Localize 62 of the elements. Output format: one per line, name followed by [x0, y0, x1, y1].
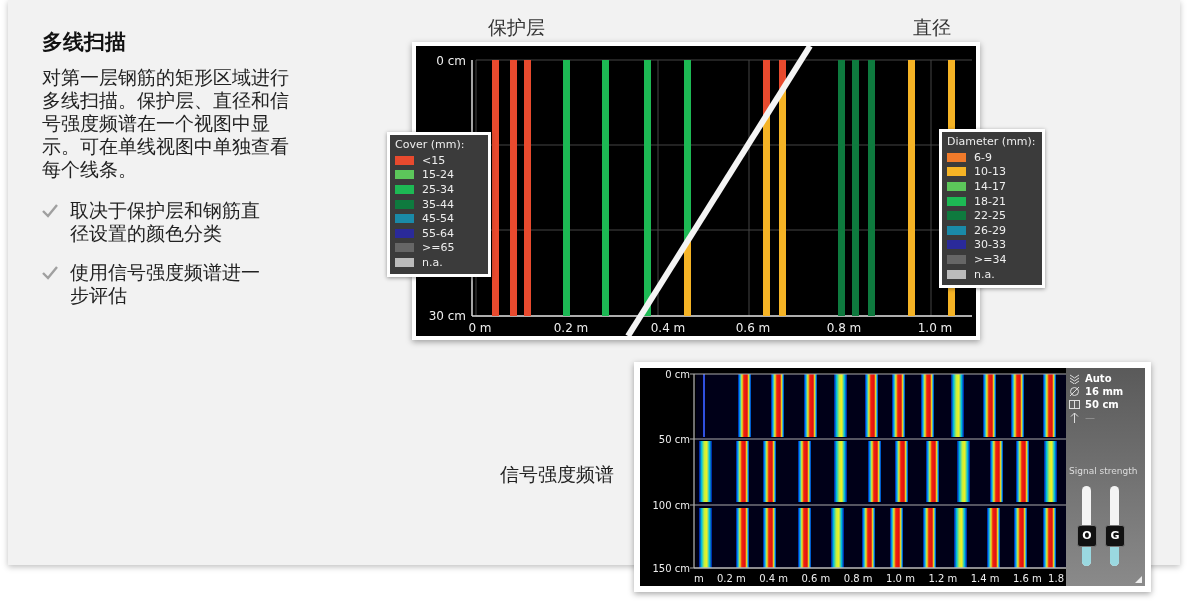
axis-label: 0.8 m	[843, 573, 873, 584]
legend-label: 15-24	[422, 168, 454, 182]
legend-label: 14-17	[974, 180, 1006, 193]
legend-label: <15	[422, 153, 446, 167]
legend-label: 22-25	[974, 209, 1006, 223]
axis-label: 0 cm	[436, 54, 466, 68]
legend-label: 35-44	[422, 197, 454, 211]
check-icon	[42, 266, 58, 280]
axis-label: 1.0 m	[917, 321, 953, 335]
legend-label: 30-33	[974, 238, 1006, 252]
legend-label: 25-34	[422, 183, 454, 196]
section-heading: 多线扫描	[42, 29, 127, 56]
signal-strength-label: Signal strength	[1069, 466, 1139, 476]
arrow-up-icon	[1069, 412, 1080, 423]
check-icon	[42, 204, 58, 218]
feature-text: 使用信号强度频谱进一步评估	[70, 261, 261, 307]
axis-label: 1.2 m	[928, 573, 958, 584]
chart-caption: 直径	[913, 15, 951, 40]
book-icon	[1069, 399, 1080, 410]
axis-label: 0.2 m	[716, 573, 746, 584]
axis-label: 30 cm	[428, 309, 466, 323]
legend-label: 26-29	[974, 223, 1006, 237]
axis-label: 0.6 m	[801, 573, 831, 584]
legend-label: 55-64	[422, 226, 454, 240]
setting-value: —	[1085, 412, 1095, 423]
legend-label: n.a.	[422, 255, 443, 269]
axis-label: 0.4 m	[759, 573, 788, 584]
axis-label: 0.6 m	[735, 321, 771, 335]
description-text: 对第一层钢筋的矩形区域进行多线扫描。保护层、直径和信号强度频谱在一个视图中显示。可在单线视图中单独查看每个线条。	[42, 66, 290, 181]
legend-label: >=65	[422, 241, 455, 255]
legend-label: 45-54	[422, 212, 454, 226]
axis-label: 50 cm	[658, 434, 690, 445]
layers-icon	[1069, 373, 1080, 384]
axis-label: 0 cm	[665, 369, 690, 380]
legend-title: Cover (mm):	[395, 138, 466, 151]
axis-label: 0.8 m	[826, 321, 862, 335]
axis-label: 0 m	[468, 321, 492, 335]
legend-label: 6-9	[974, 150, 992, 164]
slider-thumb[interactable]: O	[1077, 524, 1097, 547]
axis-label: 1.8	[1048, 573, 1064, 584]
legend-label: 18-21	[974, 194, 1006, 208]
corner-icon	[1135, 576, 1142, 583]
axis-label: m	[694, 573, 704, 584]
axis-label: 1.6 m	[1013, 573, 1042, 584]
axis-label: 0.2 m	[553, 321, 589, 335]
setting-value: 16 mm	[1085, 386, 1124, 397]
axis-label: 1.0 m	[886, 573, 915, 584]
slider-thumb[interactable]: G	[1105, 524, 1125, 547]
setting-value: Auto	[1085, 373, 1112, 384]
legend-label: >=34	[974, 252, 1007, 266]
chart-caption: 信号强度频谱	[500, 462, 614, 486]
chart-caption: 保护层	[488, 15, 545, 40]
legend-label: 10-13	[974, 165, 1006, 179]
axis-label: 0.4 m	[650, 321, 686, 335]
axis-label: 150 cm	[652, 563, 690, 574]
feature-text: 取决于保护层和钢筋直径设置的颜色分类	[70, 199, 261, 245]
axis-label: 100 cm	[652, 500, 690, 511]
setting-value: 50 cm	[1085, 399, 1119, 410]
legend-label: n.a.	[974, 267, 995, 281]
axis-label: 1.4 m	[970, 573, 1000, 584]
diameter-icon	[1069, 386, 1080, 397]
legend-title: Diameter (mm):	[947, 135, 1037, 148]
